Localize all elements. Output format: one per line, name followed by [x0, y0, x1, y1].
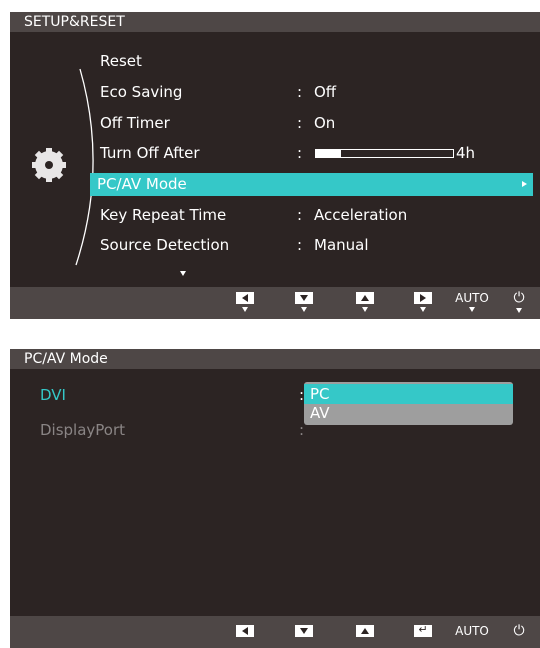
- colon-separator: :: [297, 236, 303, 254]
- colon-separator: :: [297, 114, 303, 132]
- menu-item-pc-av-mode[interactable]: PC/AV Mode: [90, 173, 533, 196]
- menu-item-label: Source Detection: [100, 236, 230, 254]
- left-button[interactable]: [234, 625, 256, 647]
- down-button[interactable]: [293, 625, 315, 647]
- colon-separator: :: [297, 144, 303, 162]
- menu-item-key-repeat-time[interactable]: Key Repeat Time : Acceleration: [10, 204, 540, 227]
- menu-item-label: Key Repeat Time: [100, 206, 227, 224]
- menu-item-turn-off-after[interactable]: Turn Off After : 4h: [10, 142, 540, 165]
- scroll-down-icon[interactable]: [180, 271, 186, 276]
- button-guide-bar: ↵ AUTO ⏻: [10, 616, 540, 648]
- colon-separator: :: [297, 83, 303, 101]
- auto-label: AUTO: [455, 291, 489, 305]
- up-arrow-icon: [361, 295, 369, 301]
- up-button[interactable]: [354, 625, 376, 647]
- power-button[interactable]: ⏻: [508, 623, 530, 647]
- auto-label: AUTO: [455, 624, 489, 638]
- menu-item-label: Reset: [100, 52, 142, 70]
- menu-item-value: Acceleration: [314, 206, 408, 224]
- menu-item-reset[interactable]: Reset: [10, 50, 540, 73]
- enter-button[interactable]: ↵: [412, 623, 434, 647]
- right-arrow-icon: [420, 294, 426, 302]
- power-button[interactable]: ⏻: [508, 290, 530, 314]
- menu-item-value: Off: [314, 83, 337, 101]
- down-arrow-icon: [300, 295, 308, 301]
- slider-value: 4h: [456, 144, 476, 162]
- down-button[interactable]: [293, 292, 315, 314]
- option-pc[interactable]: PC: [304, 384, 513, 404]
- panel-title-bar: SETUP&RESET: [10, 12, 540, 32]
- enter-icon: ↵: [418, 623, 428, 636]
- panel-title-bar: PC/AV Mode: [10, 349, 540, 369]
- menu-item-eco-saving[interactable]: Eco Saving : Off: [10, 81, 540, 104]
- menu-item-label: PC/AV Mode: [97, 175, 187, 193]
- input-label: DVI: [40, 386, 66, 404]
- option-av[interactable]: AV: [304, 403, 513, 423]
- colon-separator: :: [297, 206, 303, 224]
- menu-item-value: On: [314, 114, 336, 132]
- menu-item-off-timer[interactable]: Off Timer : On: [10, 112, 540, 135]
- menu-item-label: Turn Off After: [100, 144, 200, 162]
- power-icon: ⏻: [513, 623, 525, 639]
- submenu-arrow-icon: [522, 181, 527, 187]
- down-arrow-icon: [300, 628, 308, 634]
- left-arrow-icon: [242, 294, 248, 302]
- menu-item-label: Off Timer: [100, 114, 170, 132]
- up-button[interactable]: [354, 292, 376, 314]
- menu-item-source-detection[interactable]: Source Detection : Manual: [10, 234, 540, 257]
- slider-fill: [316, 150, 341, 157]
- input-label: DisplayPort: [40, 421, 126, 439]
- button-guide-bar: AUTO ⏻: [10, 287, 540, 319]
- left-button[interactable]: [234, 292, 256, 314]
- up-arrow-icon: [361, 628, 369, 634]
- auto-button[interactable]: AUTO: [454, 625, 490, 647]
- power-icon: ⏻: [513, 290, 525, 306]
- menu-item-value: Manual: [314, 236, 369, 254]
- left-arrow-icon: [242, 627, 248, 635]
- menu-item-label: Eco Saving: [100, 83, 183, 101]
- auto-button[interactable]: AUTO: [454, 292, 490, 314]
- turn-off-after-slider[interactable]: [315, 149, 454, 158]
- right-button[interactable]: [412, 292, 434, 314]
- panel-title: PC/AV Mode: [24, 351, 108, 367]
- pc-av-dropdown[interactable]: PC AV: [304, 382, 513, 425]
- panel-title: SETUP&RESET: [24, 14, 125, 30]
- setup-reset-panel: SETUP&RESET Reset Eco Saving : Off Off T…: [10, 12, 540, 319]
